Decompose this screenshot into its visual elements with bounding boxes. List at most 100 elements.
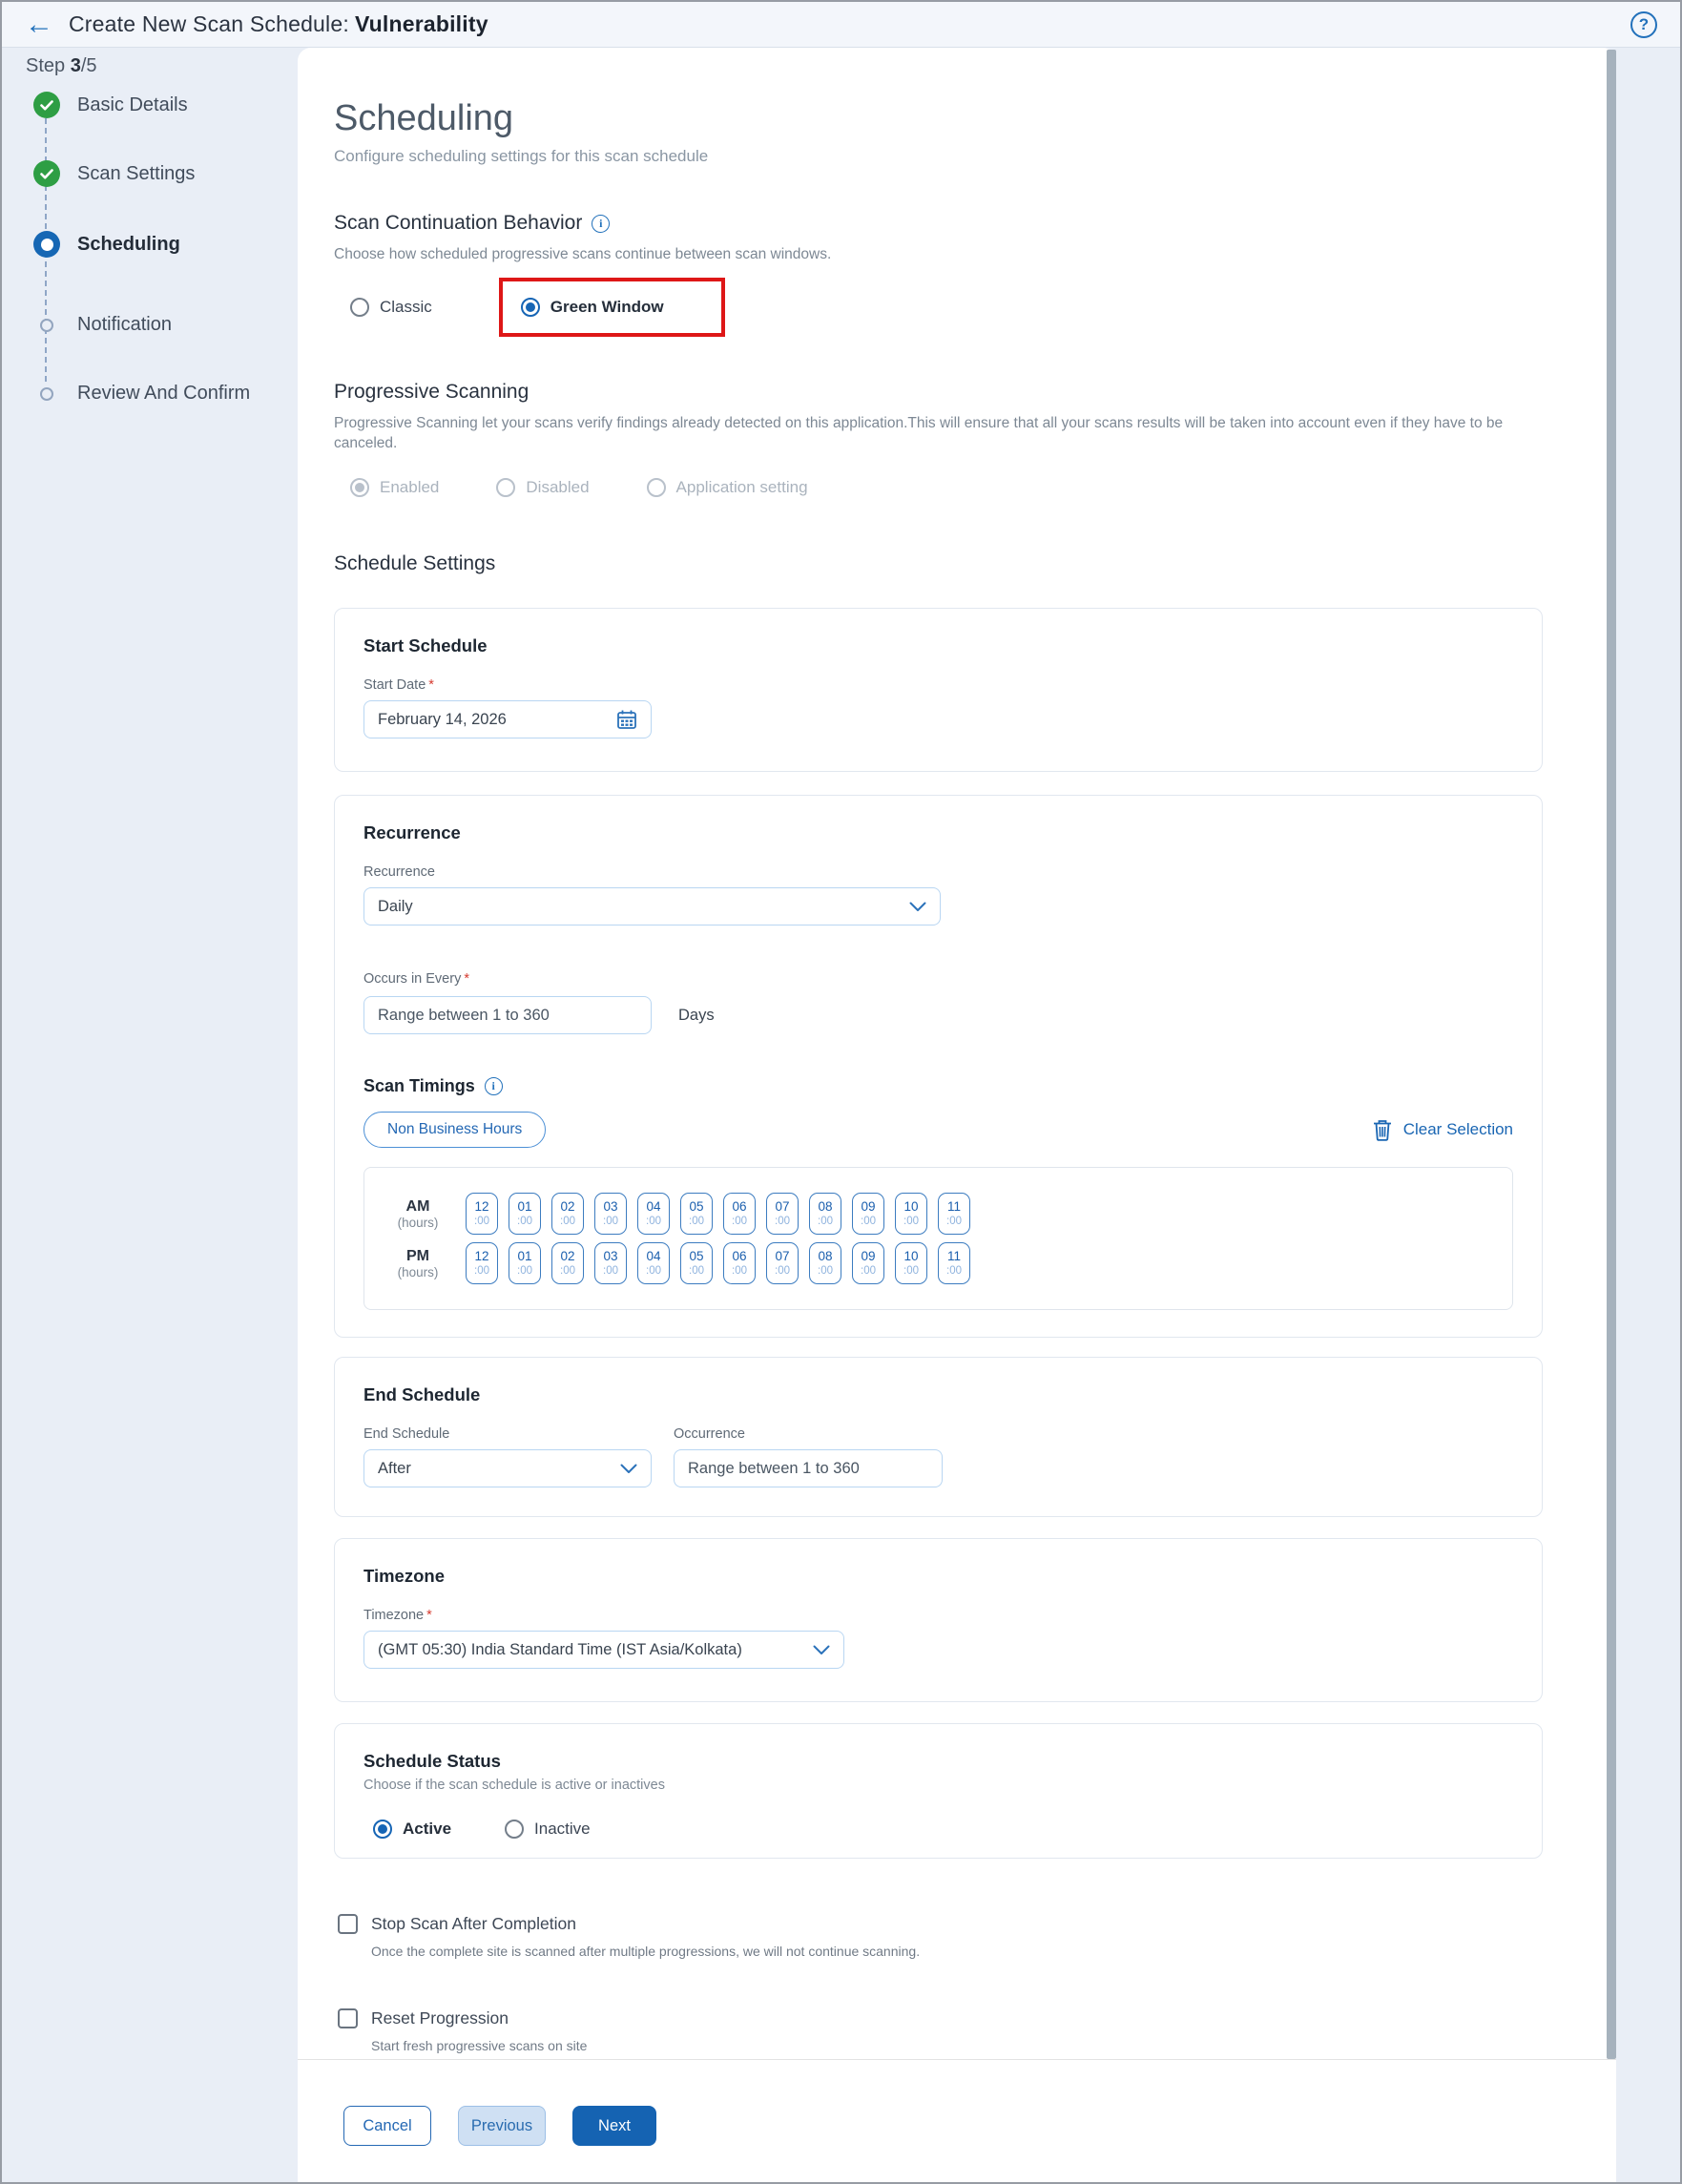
non-business-hours-button[interactable]: Non Business Hours — [363, 1112, 547, 1148]
sidebar-item-basic-details[interactable]: Basic Details — [33, 92, 188, 118]
header-title-scan-type: Vulnerability — [354, 11, 488, 36]
hour-chip[interactable]: 09:00 — [852, 1193, 884, 1235]
sidebar-item-review-and-confirm[interactable]: Review And Confirm — [33, 383, 250, 405]
hour-chip-hour: 07 — [775, 1249, 790, 1263]
chevron-down-icon — [909, 902, 926, 912]
vertical-scrollbar[interactable] — [1607, 50, 1616, 2059]
hour-chip[interactable]: 07:00 — [766, 1193, 799, 1235]
radio-enabled: Enabled — [350, 478, 439, 497]
pending-step-icon — [40, 318, 53, 332]
end-schedule-select[interactable]: After — [363, 1449, 652, 1487]
occurs-placeholder: Range between 1 to 360 — [378, 1006, 550, 1024]
checkbox-description: Once the complete site is scanned after … — [371, 1944, 921, 1959]
cancel-button[interactable]: Cancel — [343, 2106, 431, 2146]
occurs-unit-label: Days — [678, 1006, 715, 1024]
hour-chip-hour: 01 — [517, 1199, 532, 1214]
hour-chip[interactable]: 08:00 — [809, 1242, 841, 1284]
next-button[interactable]: Next — [572, 2106, 656, 2146]
hour-chip-hour: 09 — [861, 1249, 876, 1263]
hour-chip-hour: 04 — [646, 1249, 661, 1263]
schedule-settings-title: Schedule Settings — [334, 552, 496, 574]
calendar-icon[interactable] — [616, 709, 637, 730]
start-date-input[interactable]: February 14, 2026 — [363, 700, 652, 738]
scan-timings-heading: Scan Timings i — [363, 1076, 1513, 1096]
hour-chip[interactable]: 10:00 — [895, 1193, 927, 1235]
timezone-card: Timezone Timezone * (GMT 05:30) India Sta… — [334, 1538, 1543, 1702]
timezone-label: Timezone * — [363, 1608, 432, 1623]
recurrence-value: Daily — [378, 897, 413, 915]
sidebar-item-notification[interactable]: Notification — [33, 314, 172, 336]
hour-chip[interactable]: 11:00 — [938, 1242, 970, 1284]
recurrence-card: Recurrence Recurrence Daily Occurs in Ev… — [334, 795, 1543, 1338]
previous-button[interactable]: Previous — [458, 2106, 546, 2146]
checkbox-label: Stop Scan After Completion — [371, 1914, 576, 1933]
stop-scan-checkbox[interactable]: Stop Scan After Completion — [338, 1914, 1543, 1934]
hour-chip-minutes: :00 — [861, 1265, 876, 1277]
hour-chip[interactable]: 02:00 — [551, 1242, 584, 1284]
occurrence-placeholder: Range between 1 to 360 — [688, 1459, 860, 1477]
hour-chip[interactable]: 03:00 — [594, 1193, 627, 1235]
header-title-prefix: Create New Scan Schedule: — [69, 11, 349, 36]
radio-icon-disabled-selected — [350, 478, 369, 497]
start-date-label: Start Date * — [363, 677, 434, 693]
timezone-value: (GMT 05:30) India Standard Time (IST Asi… — [378, 1640, 742, 1658]
sidebar-item-scan-settings[interactable]: Scan Settings — [33, 160, 195, 187]
hour-chip[interactable]: 05:00 — [680, 1242, 713, 1284]
hour-chip[interactable]: 12:00 — [466, 1242, 498, 1284]
hour-chip[interactable]: 02:00 — [551, 1193, 584, 1235]
hour-chip[interactable]: 01:00 — [509, 1193, 541, 1235]
radio-icon-disabled — [496, 478, 516, 497]
hour-chip[interactable]: 03:00 — [594, 1242, 627, 1284]
info-icon[interactable]: i — [484, 1077, 503, 1095]
hour-chip-minutes: :00 — [646, 1265, 661, 1277]
radio-inactive[interactable]: Inactive — [505, 1820, 591, 1839]
hour-chip[interactable]: 09:00 — [852, 1242, 884, 1284]
highlight-red-box: Green Window — [498, 278, 725, 337]
hour-chip[interactable]: 01:00 — [509, 1242, 541, 1284]
hour-chip[interactable]: 06:00 — [723, 1193, 756, 1235]
hour-chip-hour: 11 — [946, 1249, 961, 1263]
hour-chip-minutes: :00 — [775, 1216, 790, 1227]
radio-green-window[interactable]: Green Window — [520, 298, 664, 317]
occurrence-label: Occurrence — [674, 1426, 745, 1442]
hour-chip[interactable]: 12:00 — [466, 1193, 498, 1235]
hour-chip[interactable]: 05:00 — [680, 1193, 713, 1235]
reset-progression-checkbox[interactable]: Reset Progression — [338, 2008, 1543, 2028]
step-indicator: Step 3/5 — [26, 55, 97, 77]
wizard-footer: Cancel Previous Next — [298, 2059, 1616, 2182]
end-schedule-label: End Schedule — [363, 1426, 450, 1442]
back-arrow-icon[interactable]: ← — [25, 10, 53, 39]
hour-chip[interactable]: 04:00 — [637, 1193, 670, 1235]
hour-chip[interactable]: 11:00 — [938, 1193, 970, 1235]
hour-chip[interactable]: 08:00 — [809, 1193, 841, 1235]
occurrence-input[interactable]: Range between 1 to 360 — [674, 1449, 943, 1487]
info-icon[interactable]: i — [592, 214, 611, 233]
hour-chip[interactable]: 07:00 — [766, 1242, 799, 1284]
hour-chip[interactable]: 06:00 — [723, 1242, 756, 1284]
clear-selection-button[interactable]: Clear Selection — [1373, 1119, 1513, 1141]
scan-continuation-description: Choose how scheduled progressive scans c… — [334, 246, 832, 262]
radio-label: Green Window — [550, 298, 664, 316]
radio-label: Disabled — [526, 478, 590, 496]
hour-chip-hour: 01 — [517, 1249, 532, 1263]
timezone-select[interactable]: (GMT 05:30) India Standard Time (IST Asi… — [363, 1631, 844, 1669]
page-title: Scheduling — [334, 98, 514, 138]
hour-chip-minutes: :00 — [732, 1265, 747, 1277]
hour-chip-minutes: :00 — [946, 1265, 962, 1277]
radio-classic[interactable]: Classic — [350, 298, 432, 317]
occurs-in-every-input[interactable]: Range between 1 to 360 — [363, 996, 652, 1034]
radio-active[interactable]: Active — [373, 1820, 451, 1839]
recurrence-select[interactable]: Daily — [363, 887, 941, 926]
help-icon[interactable]: ? — [1630, 10, 1657, 38]
hour-chip-hour: 04 — [646, 1199, 661, 1214]
card-title: Timezone — [363, 1566, 445, 1586]
hour-chip-hour: 02 — [560, 1249, 575, 1263]
start-date-value: February 14, 2026 — [378, 710, 507, 728]
hour-chip-minutes: :00 — [946, 1216, 962, 1227]
hour-chip[interactable]: 04:00 — [637, 1242, 670, 1284]
chevron-down-icon — [813, 1645, 830, 1655]
sidebar-item-scheduling[interactable]: Scheduling — [33, 231, 180, 258]
hour-chip[interactable]: 10:00 — [895, 1242, 927, 1284]
hour-chip-hour: 09 — [861, 1199, 876, 1214]
chevron-down-icon — [620, 1464, 637, 1474]
